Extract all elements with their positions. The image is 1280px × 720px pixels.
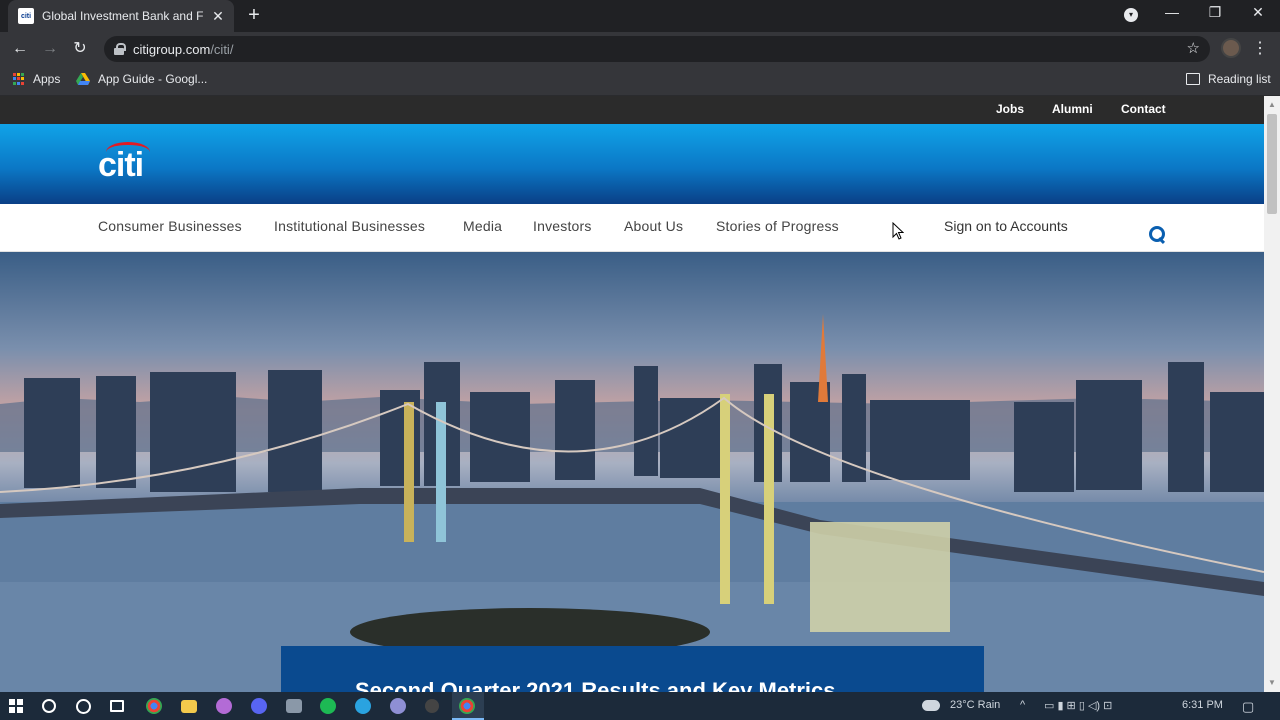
- reading-list-label: Reading list: [1208, 72, 1271, 86]
- windows-taskbar: 23°C Rain ^ ▭ ▮ ⊞ ▯ ◁) ⊡ 6:31 PM ▢: [0, 692, 1280, 720]
- reading-list-icon: [1186, 73, 1200, 85]
- task-view-icon[interactable]: [110, 700, 124, 712]
- scroll-down-icon[interactable]: ▼: [1268, 678, 1276, 687]
- window-close-icon[interactable]: ✕: [1246, 4, 1270, 21]
- sign-on-link[interactable]: Sign on to Accounts: [944, 218, 1068, 234]
- citi-favicon: citi: [18, 8, 34, 24]
- reload-icon[interactable]: ↻: [69, 38, 91, 60]
- discord-icon[interactable]: [251, 698, 267, 714]
- bookmark-app-guide[interactable]: App Guide - Googl...: [76, 72, 207, 86]
- settings-gear-icon[interactable]: [425, 699, 439, 713]
- weather-text[interactable]: 23°C Rain: [950, 699, 1000, 711]
- mouse-cursor-icon: [892, 222, 904, 240]
- bookmark-label: App Guide - Googl...: [98, 72, 208, 86]
- citi-logo[interactable]: citi: [98, 146, 144, 185]
- browser-toolbar: ← → ↻ citigroup.com/citi/ ☆: [0, 32, 1280, 66]
- hero-image: [0, 252, 1264, 692]
- app-icon[interactable]: [286, 699, 302, 713]
- url-host: citigroup.com: [133, 41, 211, 57]
- chrome-active-icon: [459, 698, 475, 714]
- tab-search-icon[interactable]: ▾: [1124, 8, 1138, 22]
- clock[interactable]: 6:31 PM: [1182, 699, 1223, 711]
- nav-stories-of-progress[interactable]: Stories of Progress: [716, 218, 839, 234]
- web-page: Jobs Alumni Contact citi Consumer Busine…: [0, 96, 1264, 692]
- search-taskbar-icon[interactable]: [42, 699, 56, 713]
- profile-avatar[interactable]: [1221, 38, 1241, 58]
- page-scrollbar[interactable]: ▲ ▼: [1264, 96, 1280, 692]
- nav-about-us[interactable]: About Us: [624, 218, 683, 234]
- tab-strip: citi Global Investment Bank and Fina ✕ +…: [0, 0, 1280, 32]
- media-app-icon[interactable]: [216, 698, 232, 714]
- forward-icon[interactable]: →: [39, 38, 61, 60]
- apps-grid-icon: [13, 73, 25, 85]
- close-icon[interactable]: ✕: [210, 8, 226, 25]
- nav-consumer-businesses[interactable]: Consumer Businesses: [98, 218, 242, 234]
- bookmark-label: Apps: [33, 72, 61, 86]
- spotify-icon[interactable]: [320, 698, 336, 714]
- menu-icon[interactable]: ⋮: [1252, 38, 1268, 58]
- tray-chevron-icon[interactable]: ^: [1020, 699, 1025, 711]
- jobs-link[interactable]: Jobs: [996, 102, 1024, 116]
- brand-header: citi: [0, 124, 1264, 204]
- windows-start-icon[interactable]: [9, 699, 23, 713]
- headline-text: Second Quarter 2021 Results and Key Metr…: [355, 678, 836, 692]
- bookmarks-bar: Apps App Guide - Googl... Reading list: [0, 66, 1280, 96]
- star-icon[interactable]: ☆: [1187, 39, 1200, 57]
- utility-bar: Jobs Alumni Contact: [0, 96, 1264, 124]
- browser-app-icon[interactable]: [390, 698, 406, 714]
- notification-icon[interactable]: ▢: [1242, 699, 1254, 715]
- file-explorer-icon[interactable]: [181, 700, 197, 713]
- nav-investors[interactable]: Investors: [533, 218, 592, 234]
- headline-banner[interactable]: Second Quarter 2021 Results and Key Metr…: [281, 646, 984, 692]
- contact-link[interactable]: Contact: [1121, 102, 1166, 116]
- scroll-thumb[interactable]: [1267, 114, 1277, 214]
- nav-media[interactable]: Media: [463, 218, 502, 234]
- nav-institutional-businesses[interactable]: Institutional Businesses: [274, 218, 425, 234]
- lock-icon[interactable]: [114, 43, 126, 55]
- tokyo-skyline-illustration: [0, 314, 1264, 692]
- main-navigation: Consumer Businesses Institutional Busine…: [0, 204, 1264, 252]
- telegram-icon[interactable]: [355, 698, 371, 714]
- drive-icon: [76, 73, 90, 85]
- bookmark-apps[interactable]: Apps: [13, 72, 60, 86]
- back-icon[interactable]: ←: [9, 38, 31, 60]
- weather-cloud-icon[interactable]: [922, 700, 940, 711]
- scroll-up-icon[interactable]: ▲: [1268, 100, 1276, 109]
- reading-list-button[interactable]: Reading list: [1186, 72, 1271, 86]
- address-bar[interactable]: citigroup.com/citi/ ☆: [104, 36, 1210, 62]
- tray-icons[interactable]: ▭ ▮ ⊞ ▯ ◁) ⊡: [1044, 699, 1112, 712]
- new-tab-button[interactable]: +: [244, 5, 264, 25]
- restore-icon[interactable]: ❐: [1203, 4, 1227, 21]
- search-icon[interactable]: [1149, 226, 1165, 244]
- browser-tab[interactable]: citi Global Investment Bank and Fina ✕: [8, 0, 234, 32]
- minimize-icon[interactable]: —: [1160, 4, 1184, 20]
- tab-title: Global Investment Bank and Fina: [42, 9, 204, 23]
- cortana-icon[interactable]: [76, 699, 91, 714]
- url-path: /citi/: [210, 41, 234, 57]
- alumni-link[interactable]: Alumni: [1052, 102, 1093, 116]
- chrome-taskbar-icon[interactable]: [146, 698, 162, 714]
